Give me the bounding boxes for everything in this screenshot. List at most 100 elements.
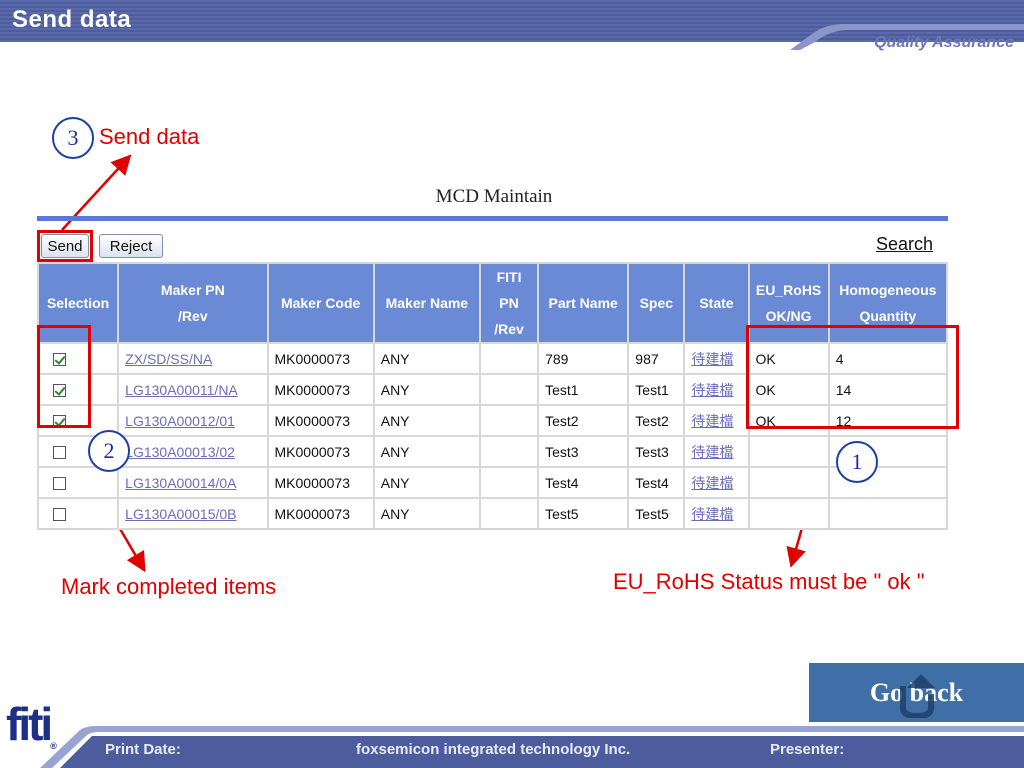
cell-value: ANY	[380, 412, 410, 429]
cell-maker-pn: LG130A00012/01	[119, 406, 267, 435]
form-title: MCD Maintain	[435, 186, 553, 207]
cell-value: Test4	[545, 474, 579, 491]
cell-value: Test1	[545, 381, 579, 398]
step-3-badge: 3	[52, 117, 94, 159]
cell-maker-code: MK0000073	[268, 499, 373, 528]
cell-maker-pn: LG130A00013/02	[119, 437, 267, 466]
row-select-checkbox[interactable]	[53, 477, 66, 491]
maker-pn-link[interactable]: ZX/SD/SS/NA	[125, 351, 212, 367]
cell-part-name: Test1	[539, 375, 628, 404]
cell-state: 待建檔	[685, 437, 748, 466]
fiti-logo: fiti®	[6, 698, 57, 751]
cell-state: 待建檔	[685, 499, 748, 528]
cell-part-name: Test3	[539, 437, 628, 466]
cell-part-name: Test2	[539, 406, 628, 435]
cell-maker-name: ANY	[374, 437, 479, 466]
column-header-line1: Spec	[639, 295, 674, 311]
cell-state: 待建檔	[685, 375, 748, 404]
cell-value: MK0000073	[274, 350, 351, 367]
cell-part-name: Test5	[539, 499, 628, 528]
state-link[interactable]: 待建檔	[691, 475, 733, 491]
column-header: Maker Code	[268, 264, 373, 342]
maker-pn-link[interactable]: LG130A00011/NA	[125, 382, 238, 398]
table-row: LG130A00013/02 MK0000073 ANY Test3 Test3 待建檔	[39, 437, 946, 466]
maker-pn-link[interactable]: LG130A00014/0A	[125, 475, 236, 491]
state-link[interactable]: 待建檔	[691, 444, 733, 460]
cell-fiti-pn	[480, 468, 538, 497]
cell-state: 待建檔	[685, 468, 748, 497]
cell-value: ANY	[380, 443, 410, 460]
cell-maker-name: ANY	[374, 375, 479, 404]
maker-pn-link[interactable]: LG130A00012/01	[125, 413, 235, 429]
row-select-checkbox[interactable]	[53, 508, 66, 522]
column-header-line1: State	[699, 295, 734, 311]
column-header-line1: Part Name	[548, 295, 618, 311]
cell-spec: Test1	[629, 375, 684, 404]
cell-value: MK0000073	[274, 412, 351, 429]
cell-spec: Test2	[629, 406, 684, 435]
header-subtitle: Quality Assurance	[874, 34, 1014, 51]
column-header: Part Name	[539, 264, 628, 342]
column-header-line1: Maker Code	[280, 295, 361, 311]
cell-maker-name: ANY	[374, 406, 479, 435]
cell-value: Test3	[635, 443, 669, 460]
cell-eu-rohs	[749, 499, 828, 528]
column-header-line1: Maker Name	[385, 295, 469, 311]
cell-maker-code: MK0000073	[268, 437, 373, 466]
cell-maker-code: MK0000073	[268, 406, 373, 435]
column-header: State	[685, 264, 748, 342]
footer-company: foxsemicon integrated technology Inc.	[356, 741, 631, 758]
column-header-line1: EU_RoHS	[755, 282, 822, 298]
cell-value: MK0000073	[274, 474, 351, 491]
column-header-line1: FITI PN	[496, 269, 522, 311]
highlight-selection-column	[37, 325, 91, 428]
logo-text: fiti	[6, 698, 53, 750]
state-link[interactable]: 待建檔	[691, 506, 733, 522]
column-header-line2: /Rev	[178, 308, 208, 324]
cell-maker-pn: LG130A00014/0A	[119, 468, 267, 497]
column-header: Spec	[629, 264, 684, 342]
cell-maker-code: MK0000073	[268, 468, 373, 497]
slide-header: Send data Quality Assurance	[0, 0, 1024, 56]
cell-maker-pn: LG130A00011/NA	[119, 375, 267, 404]
step-1-badge: 1	[836, 441, 878, 483]
maker-pn-link[interactable]: LG130A00013/02	[125, 444, 235, 460]
cell-value: ANY	[380, 505, 410, 522]
cell-quantity	[829, 499, 946, 528]
state-link[interactable]: 待建檔	[691, 382, 733, 398]
maker-pn-link[interactable]: LG130A00015/0B	[125, 506, 236, 522]
cell-value: MK0000073	[274, 381, 351, 398]
column-header: Maker Name	[374, 264, 479, 342]
cell-fiti-pn	[480, 344, 538, 373]
reject-button[interactable]: Reject	[99, 234, 163, 258]
cell-spec: Test4	[629, 468, 684, 497]
cell-state: 待建檔	[685, 406, 748, 435]
highlight-send-button	[37, 230, 93, 262]
cell-maker-pn: ZX/SD/SS/NA	[119, 344, 267, 373]
cell-spec: Test5	[629, 499, 684, 528]
cell-value: Test3	[545, 443, 579, 460]
highlight-rohs-columns	[746, 325, 959, 429]
state-link[interactable]: 待建檔	[691, 351, 733, 367]
step-3-text: Send data	[99, 124, 200, 149]
cell-value: MK0000073	[274, 443, 351, 460]
slide-footer: Print Date: foxsemicon integrated techno…	[0, 726, 1024, 768]
cell-spec: 987	[629, 344, 684, 373]
cell-value: Test4	[635, 474, 669, 491]
step-1-text: EU_RoHS Status must be " ok "	[613, 569, 925, 594]
cell-maker-name: ANY	[374, 499, 479, 528]
cell-maker-code: MK0000073	[268, 344, 373, 373]
state-link[interactable]: 待建檔	[691, 413, 733, 429]
column-header-line1: Homogeneous	[839, 282, 937, 298]
footer-print-date: Print Date:	[105, 741, 181, 758]
table-row: LG130A00014/0A MK0000073 ANY Test4 Test4 待建檔	[39, 468, 946, 497]
row-select-checkbox[interactable]	[53, 446, 66, 460]
cell-maker-name: ANY	[374, 468, 479, 497]
cell-maker-name: ANY	[374, 344, 479, 373]
footer-presenter: Presenter:	[770, 741, 845, 758]
search-link[interactable]: Search	[876, 234, 933, 255]
cell-part-name: Test4	[539, 468, 628, 497]
cell-value: ANY	[380, 350, 410, 367]
step-2-badge: 2	[88, 430, 130, 472]
slide-title: Send data	[12, 6, 132, 33]
